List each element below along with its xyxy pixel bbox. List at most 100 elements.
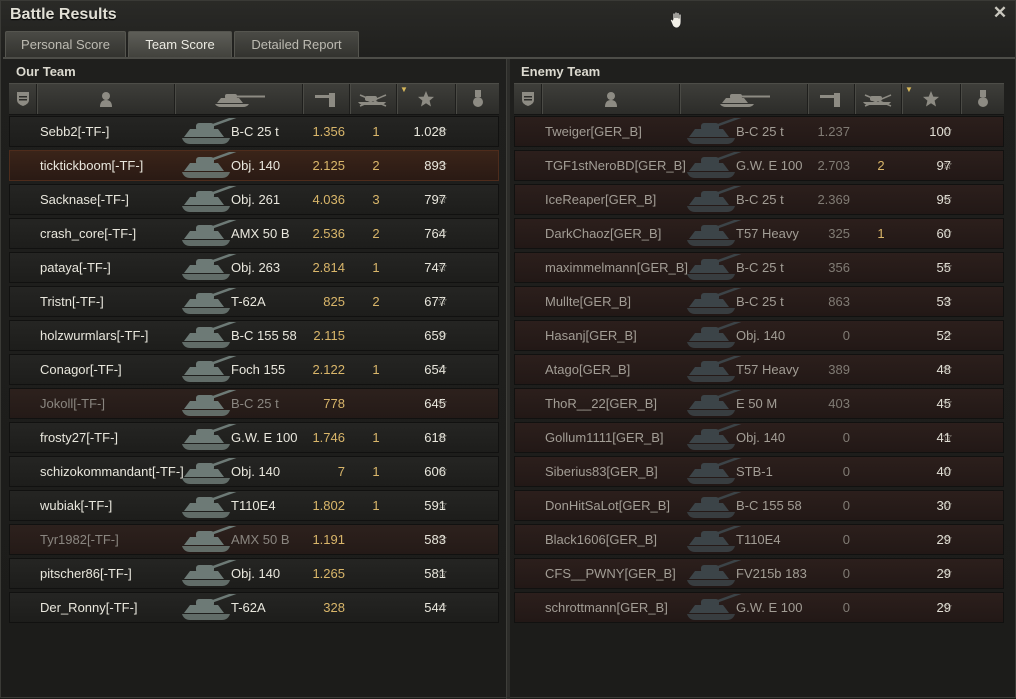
table-row[interactable]: Atago[GER_B] T57 Heavy 389 48 ☆ bbox=[514, 354, 1004, 385]
table-row[interactable]: DonHitSaLot[GER_B] B-C 155 58 0 30 ☆ bbox=[514, 490, 1004, 521]
tank-name: Obj. 140 bbox=[736, 430, 786, 445]
xp-star-icon[interactable]: ▼ bbox=[397, 84, 456, 114]
star-icon: ☆ bbox=[942, 158, 953, 172]
damage-gun-icon[interactable] bbox=[303, 84, 350, 114]
damage-value: 1.802 bbox=[312, 498, 345, 513]
star-icon: ☆ bbox=[437, 464, 448, 478]
star-icon: ☆ bbox=[437, 328, 448, 342]
tab-bar: Personal Score Team Score Detailed Repor… bbox=[5, 31, 359, 57]
sort-arrow-icon: ▼ bbox=[400, 85, 408, 94]
damage-value: 2.536 bbox=[312, 226, 345, 241]
table-row[interactable]: Gollum1111[GER_B] Obj. 140 0 41 ☆ bbox=[514, 422, 1004, 453]
star-icon: ☆ bbox=[942, 362, 953, 376]
table-row[interactable]: IceReaper[GER_B] B-C 25 t 2.369 95 ☆ bbox=[514, 184, 1004, 215]
medal-icon[interactable] bbox=[961, 84, 1003, 114]
damage-value: 389 bbox=[828, 362, 850, 377]
table-row[interactable]: Mullte[GER_B] B-C 25 t 863 53 ☆ bbox=[514, 286, 1004, 317]
star-icon: ☆ bbox=[437, 396, 448, 410]
our-team-list: Sebb2[-TF-] B-C 25 t 1.356 1 1.028 ☆ ticktickb… bbox=[9, 116, 499, 626]
table-row[interactable]: ThoR__22[GER_B] E 50 M 403 45 ☆ bbox=[514, 388, 1004, 419]
xp-star-icon[interactable]: ▼ bbox=[902, 84, 961, 114]
table-row[interactable]: schrottmann[GER_B] G.W. E 100 0 29 ☆ bbox=[514, 592, 1004, 623]
player-icon[interactable] bbox=[542, 84, 680, 114]
table-row[interactable]: ticktickboom[-TF-] Obj. 140 2.125 2 893 ☆ bbox=[9, 150, 499, 181]
rank-shield-icon[interactable] bbox=[9, 84, 37, 114]
damage-value: 328 bbox=[323, 600, 345, 615]
damage-value: 863 bbox=[828, 294, 850, 309]
damage-value: 2.369 bbox=[817, 192, 850, 207]
kills-tank-icon[interactable] bbox=[350, 84, 397, 114]
damage-value: 1.237 bbox=[817, 124, 850, 139]
kills-tank-icon[interactable] bbox=[855, 84, 902, 114]
tab-detailed-report[interactable]: Detailed Report bbox=[234, 31, 359, 57]
tank-name: STB-1 bbox=[736, 464, 773, 479]
kills-value: 2 bbox=[877, 158, 885, 173]
table-row[interactable]: Der_Ronny[-TF-] T-62A 328 544 ☆ bbox=[9, 592, 499, 623]
damage-value: 1.746 bbox=[312, 430, 345, 445]
table-row[interactable]: Tristn[-TF-] T-62A 825 2 677 ☆ bbox=[9, 286, 499, 317]
table-row[interactable]: maximmelmann[GER_B] B-C 25 t 356 55 ☆ bbox=[514, 252, 1004, 283]
rank-shield-icon[interactable] bbox=[514, 84, 542, 114]
table-row[interactable]: pitscher86[-TF-] Obj. 140 1.265 581 ☆ bbox=[9, 558, 499, 589]
star-icon: ☆ bbox=[942, 430, 953, 444]
player-name: pitscher86[-TF-] bbox=[40, 566, 132, 581]
tab-team-score[interactable]: Team Score bbox=[128, 31, 232, 57]
tank-name: E 50 M bbox=[736, 396, 778, 411]
damage-value: 2.814 bbox=[312, 260, 345, 275]
table-row[interactable]: Jokoll[-TF-] B-C 25 t 778 645 ☆ bbox=[9, 388, 499, 419]
table-row[interactable]: TGF1stNeroBD[GER_B] G.W. E 100 2.703 2 97 ☆ bbox=[514, 150, 1004, 181]
damage-value: 325 bbox=[828, 226, 850, 241]
damage-value: 7 bbox=[337, 464, 345, 479]
player-name: Der_Ronny[-TF-] bbox=[40, 600, 138, 615]
table-row[interactable]: DarkChaoz[GER_B] T57 Heavy 325 1 60 ☆ bbox=[514, 218, 1004, 249]
table-row[interactable]: pataya[-TF-] Obj. 263 2.814 1 747 ☆ bbox=[9, 252, 499, 283]
table-row[interactable]: holzwurmlars[-TF-] B-C 155 58 2.115 659 ☆ bbox=[9, 320, 499, 351]
table-row[interactable]: Tweiger[GER_B] B-C 25 t 1.237 100 ☆ bbox=[514, 116, 1004, 147]
enemy-team-list: Tweiger[GER_B] B-C 25 t 1.237 1 0 0 ☆ TGF1stNer… bbox=[514, 116, 1004, 626]
tab-personal-score[interactable]: Personal Score bbox=[5, 31, 126, 57]
tank-name: Obj. 140 bbox=[231, 566, 281, 581]
kills-value: 1 bbox=[372, 498, 380, 513]
close-icon[interactable]: ✕ bbox=[991, 4, 1009, 22]
tank-icon[interactable] bbox=[175, 84, 303, 114]
tank-icon[interactable] bbox=[680, 84, 808, 114]
player-name: maximmelmann[GER_B] bbox=[545, 260, 689, 275]
star-icon: ☆ bbox=[437, 566, 448, 580]
damage-value: 4.036 bbox=[312, 192, 345, 207]
damage-value: 0 bbox=[842, 430, 850, 445]
star-icon: ☆ bbox=[437, 192, 448, 206]
table-row[interactable]: Sebb2[-TF-] B-C 25 t 1.356 1 1.028 ☆ bbox=[9, 116, 499, 147]
enemy-team-panel: Enemy Team ▼ Tweiger[GER_B] B-C 25 t 1.2… bbox=[512, 61, 1006, 697]
table-row[interactable]: crash_core[-TF-] AMX 50 B 2.536 2 764 ☆ bbox=[9, 218, 499, 249]
table-row[interactable]: Conagor[-TF-] Foch 155 2.122 1 654 ☆ bbox=[9, 354, 499, 385]
table-row[interactable]: Black1606[GER_B] T110E4 0 29 ☆ bbox=[514, 524, 1004, 555]
star-icon: ☆ bbox=[942, 294, 953, 308]
damage-value: 0 bbox=[842, 566, 850, 581]
tank-name: B-C 25 t bbox=[231, 396, 279, 411]
damage-gun-icon[interactable] bbox=[808, 84, 855, 114]
player-name: Siberius83[GER_B] bbox=[545, 464, 658, 479]
player-name: Tristn[-TF-] bbox=[40, 294, 104, 309]
medal-icon[interactable] bbox=[456, 84, 498, 114]
player-icon[interactable] bbox=[37, 84, 175, 114]
player-name: Gollum1111[GER_B] bbox=[545, 430, 664, 445]
damage-value: 2.125 bbox=[312, 158, 345, 173]
tank-name: FV215b 183 bbox=[736, 566, 807, 581]
table-row[interactable]: CFS__PWNY[GER_B] FV215b 183 0 29 ☆ bbox=[514, 558, 1004, 589]
title-bar[interactable]: Battle Results ✕ bbox=[1, 1, 1015, 29]
player-name: TGF1stNeroBD[GER_B] bbox=[545, 158, 686, 173]
table-row[interactable]: schizokommandant[-TF-] Obj. 140 7 1 606 ☆ bbox=[9, 456, 499, 487]
table-row[interactable]: frosty27[-TF-] G.W. E 100 1.746 1 618 ☆ bbox=[9, 422, 499, 453]
damage-value: 0 bbox=[842, 328, 850, 343]
damage-value: 825 bbox=[323, 294, 345, 309]
table-row[interactable]: Hasanj[GER_B] Obj. 140 0 52 ☆ bbox=[514, 320, 1004, 351]
table-row[interactable]: wubiak[-TF-] T110E4 1.802 1 591 ☆ bbox=[9, 490, 499, 521]
star-icon: ☆ bbox=[437, 158, 448, 172]
table-row[interactable]: Sacknase[-TF-] Obj. 261 4.036 3 797 ☆ bbox=[9, 184, 499, 215]
player-name: wubiak[-TF-] bbox=[40, 498, 113, 513]
table-row[interactable]: Tyr1982[-TF-] AMX 50 B 1.191 583 ☆ bbox=[9, 524, 499, 555]
table-row[interactable]: Siberius83[GER_B] STB-1 0 40 ☆ bbox=[514, 456, 1004, 487]
star-icon: ☆ bbox=[942, 260, 953, 274]
player-name: Jokoll[-TF-] bbox=[40, 396, 105, 411]
player-name: Tweiger[GER_B] bbox=[545, 124, 642, 139]
